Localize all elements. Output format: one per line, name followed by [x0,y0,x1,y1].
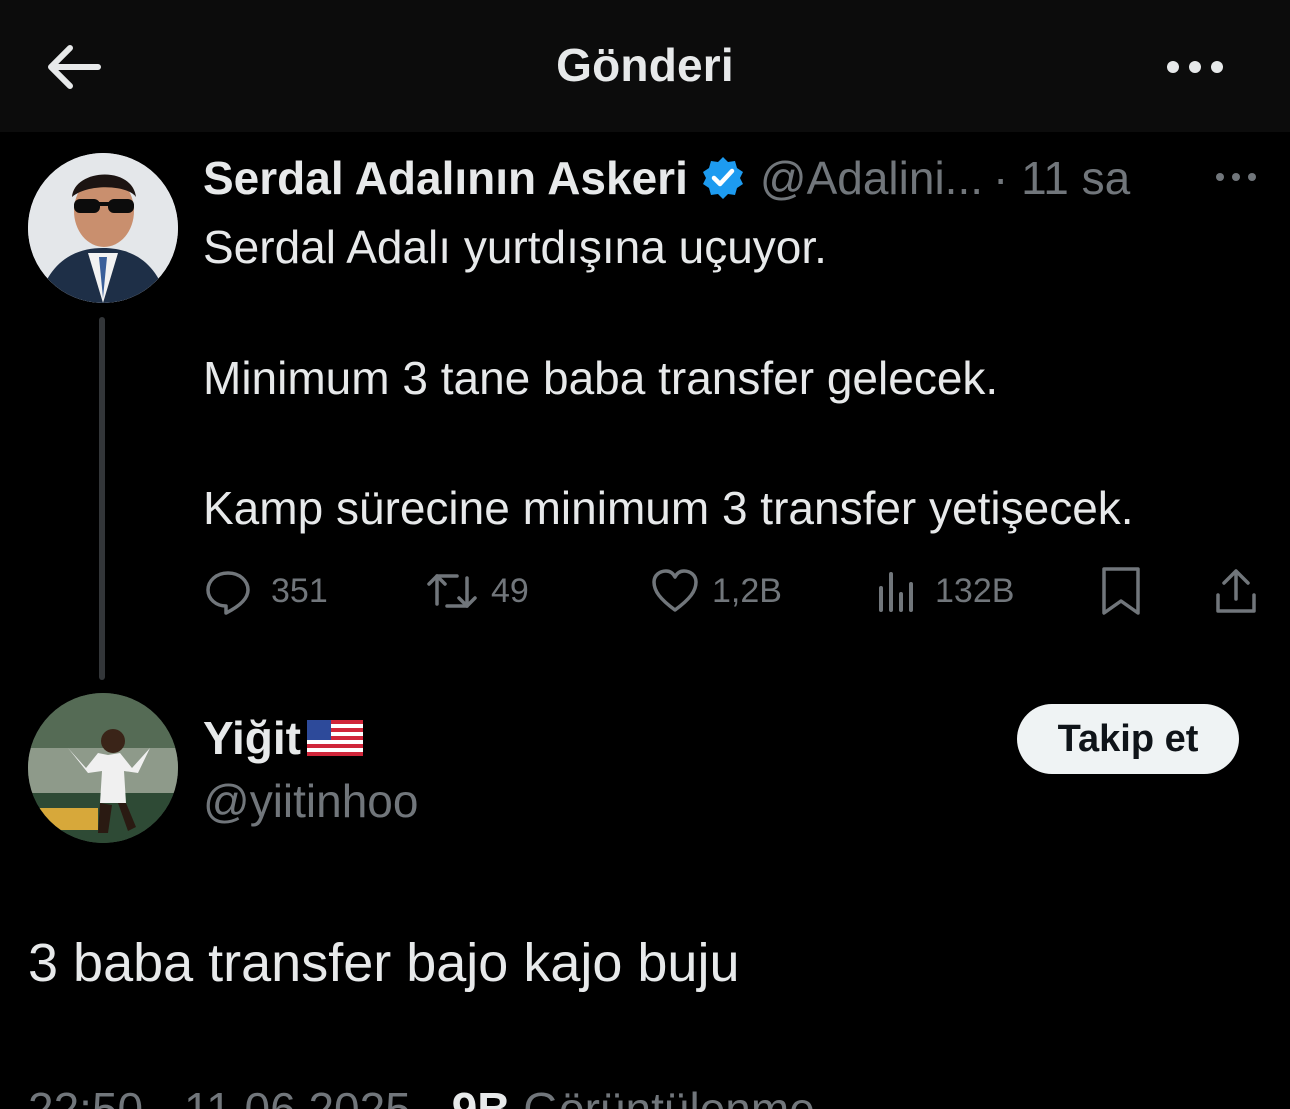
tweet-time: · 11 sa [993,152,1131,204]
display-name[interactable]: Yiğit [203,711,301,765]
reply-count: 351 [271,571,328,610]
handle[interactable]: @Adalini... [760,151,983,205]
avatar[interactable] [28,153,178,303]
retweet-button[interactable]: 49 [425,565,529,617]
tweet-text: 3 baba transfer bajo kajo buju [28,933,740,993]
thread-connector-line [99,317,105,680]
bookmark-icon [1102,567,1140,615]
verified-badge-icon [702,157,743,199]
tweet-more-button[interactable] [1212,164,1260,190]
display-name[interactable]: Serdal Adalının Askeri [203,151,688,205]
top-bar: Gönderi [0,0,1290,132]
us-flag-icon [306,720,363,756]
heart-icon [652,569,698,612]
more-horizontal-icon [1216,173,1256,181]
follow-button[interactable]: Takip et [1017,704,1239,774]
like-count: 1,2B [712,571,782,610]
more-horizontal-icon [1167,61,1223,73]
views-chart-icon [879,572,913,612]
views-count: 132B [935,571,1015,610]
handle[interactable]: @yiitinhoo [203,774,418,828]
avatar-image [28,153,178,303]
share-icon [1216,569,1256,613]
reply-button[interactable]: 351 [203,565,328,617]
avatar-image [28,693,178,843]
tweet-text-line: Kamp sürecine minimum 3 transfer yetişec… [203,482,1134,534]
like-button[interactable]: 1,2B [650,565,782,617]
tweet-text-line: Minimum 3 tane baba transfer gelecek. [203,352,999,404]
tweet-meta: 22:50 · 11.06.2025 · 9B Görüntülenme [28,1082,815,1109]
share-button[interactable] [1212,565,1260,617]
reply-icon [206,571,250,615]
bookmark-button[interactable] [1098,565,1144,617]
avatar[interactable] [28,693,178,843]
parent-tweet-header: Serdal Adalının Askeri @Adalini... · 11 … [203,150,1130,206]
page-title: Gönderi [556,39,734,91]
retweet-count: 49 [491,571,529,610]
views-total: 9B [451,1083,511,1109]
more-options-button[interactable] [1160,50,1230,84]
views-label: Görüntülenme [523,1083,815,1109]
post-page: Gönderi Serdal Adalının Askeri @Adalini.… [0,0,1290,1109]
views-button[interactable]: 132B [875,565,1014,617]
tweet-text-line: Serdal Adalı yurtdışına uçuyor. [203,221,827,273]
tweet-timestamp: 22:50 · 11.06.2025 · [28,1083,439,1109]
retweet-icon [427,574,477,608]
main-tweet-header: Yiğit [203,710,363,766]
